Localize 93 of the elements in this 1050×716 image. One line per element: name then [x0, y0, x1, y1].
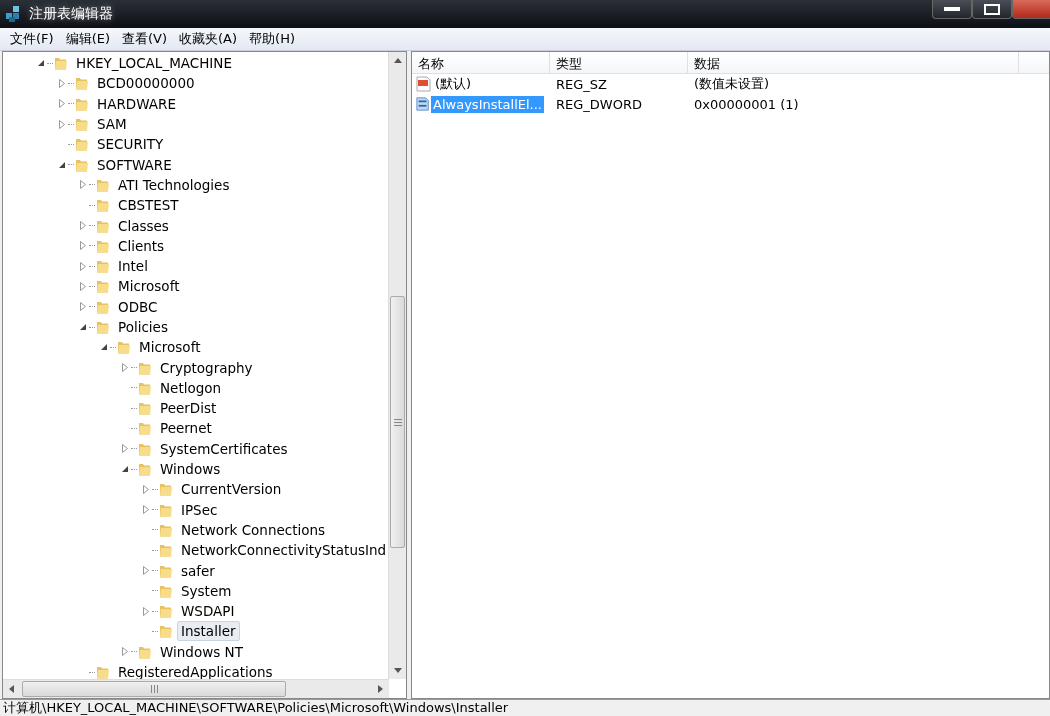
scroll-thumb[interactable]: [390, 296, 405, 548]
table-cell-text: REG_DWORD: [555, 96, 643, 112]
folder-icon: [74, 136, 90, 153]
folder-icon: [137, 461, 153, 478]
scroll-left-icon[interactable]: [9, 684, 14, 693]
menu-item[interactable]: 帮助(H): [243, 30, 301, 48]
tree-item[interactable]: CurrentVersion: [177, 479, 286, 500]
folder-icon: [137, 420, 153, 437]
collapsed-arrow-icon[interactable]: [122, 444, 128, 454]
tree-item[interactable]: HKEY_LOCAL_MACHINE: [72, 53, 236, 74]
scroll-up-icon[interactable]: [393, 58, 402, 63]
tree-item[interactable]: SOFTWARE: [93, 154, 176, 175]
column-header[interactable]: 类型: [550, 52, 688, 73]
folder-icon: [158, 542, 174, 559]
collapsed-arrow-icon[interactable]: [80, 302, 86, 312]
tree-item[interactable]: Clients: [114, 235, 169, 256]
collapsed-arrow-icon[interactable]: [143, 606, 149, 616]
maximize-button[interactable]: [972, 0, 1012, 19]
menu-item[interactable]: 文件(F): [4, 30, 60, 48]
table-cell-text: (数值未设置): [693, 75, 771, 93]
menu-item[interactable]: 编辑(E): [59, 30, 116, 48]
tree-item[interactable]: Cryptography: [156, 357, 257, 378]
tree-item[interactable]: SECURITY: [93, 134, 168, 155]
tree-item[interactable]: Installer: [177, 621, 240, 642]
scroll-down-icon[interactable]: [393, 668, 402, 673]
minimize-button[interactable]: [932, 0, 972, 19]
folder-icon: [95, 664, 111, 679]
menu-item[interactable]: 收藏夹(A): [173, 30, 244, 48]
collapsed-arrow-icon[interactable]: [80, 221, 86, 230]
menu-item[interactable]: 查看(V): [116, 30, 174, 48]
tree-item[interactable]: Netlogon: [156, 377, 226, 398]
column-header[interactable]: 名称: [412, 52, 550, 73]
folder-icon: [95, 197, 111, 214]
folder-icon: [116, 339, 132, 356]
collapsed-arrow-icon[interactable]: [122, 647, 128, 657]
scroll-thumb[interactable]: [22, 681, 286, 697]
expanded-arrow-icon[interactable]: [58, 160, 66, 169]
expanded-arrow-icon[interactable]: [100, 343, 108, 352]
maximize-icon: [984, 3, 1000, 15]
tree-item[interactable]: Peernet: [156, 418, 216, 439]
tree-item[interactable]: Network Connections: [177, 519, 330, 540]
tree-item[interactable]: ATI Technologies: [114, 174, 234, 195]
window-title: 注册表编辑器: [29, 5, 113, 23]
key-path-text: 计算机\HKEY_LOCAL_MACHINE\SOFTWARE\Policies\Microsoft\Windows\Installer: [3, 700, 509, 715]
scroll-right-icon[interactable]: [378, 684, 383, 693]
tree-item[interactable]: HARDWARE: [93, 93, 180, 114]
tree-item[interactable]: Windows NT: [156, 641, 247, 662]
collapsed-arrow-icon[interactable]: [143, 484, 149, 494]
tree-item[interactable]: safer: [177, 560, 219, 581]
collapsed-arrow-icon[interactable]: [143, 566, 149, 576]
collapsed-arrow-icon[interactable]: [122, 363, 128, 373]
binary-value-icon: [416, 96, 431, 112]
horizontal-scrollbar[interactable]: [3, 679, 389, 698]
tree-item[interactable]: Classes: [114, 215, 173, 236]
collapsed-arrow-icon[interactable]: [80, 180, 86, 190]
folder-icon: [74, 75, 90, 92]
tree-item[interactable]: System: [177, 580, 236, 601]
folder-icon: [95, 278, 111, 295]
folder-icon: [137, 400, 153, 417]
tree-item[interactable]: PeerDist: [156, 398, 221, 419]
column-header[interactable]: 数据: [688, 52, 1019, 73]
collapsed-arrow-icon[interactable]: [59, 78, 65, 88]
tree-item[interactable]: WSDAPI: [177, 601, 239, 622]
folder-icon: [53, 55, 69, 72]
tree-item[interactable]: Microsoft: [114, 276, 184, 297]
collapsed-arrow-icon[interactable]: [143, 505, 149, 515]
table-cell-text: REG_SZ: [555, 76, 608, 92]
expanded-arrow-icon[interactable]: [121, 465, 129, 474]
tree-item[interactable]: Windows: [156, 459, 225, 480]
folder-icon: [74, 116, 90, 133]
table-cell-text: 0x00000001 (1): [693, 96, 800, 112]
tree-item[interactable]: SAM: [93, 114, 131, 135]
folder-icon: [95, 319, 111, 335]
tree-item[interactable]: IPSec: [177, 499, 222, 520]
tree-item[interactable]: Policies: [114, 317, 172, 337]
folder-icon: [95, 258, 111, 275]
tree-item[interactable]: CBSTEST: [114, 195, 183, 216]
tree-item[interactable]: RegisteredApplications: [114, 662, 277, 679]
expanded-arrow-icon[interactable]: [37, 59, 45, 68]
folder-icon: [158, 623, 174, 640]
minimize-icon: [944, 7, 960, 11]
tree-item[interactable]: Intel: [114, 256, 152, 277]
tree-item[interactable]: BCD00000000: [93, 73, 199, 94]
string-value-icon: [416, 76, 432, 92]
folder-icon: [158, 603, 174, 620]
expanded-arrow-icon[interactable]: [79, 323, 87, 331]
value-name[interactable]: (默认): [433, 74, 474, 94]
tree-item[interactable]: Microsoft: [135, 337, 205, 358]
tree-item[interactable]: ODBC: [114, 296, 162, 317]
tree-item[interactable]: NetworkConnectivityStatusInd: [177, 540, 388, 561]
folder-icon: [158, 481, 174, 498]
vertical-scrollbar[interactable]: [388, 52, 406, 679]
tree-item[interactable]: SystemCertificates: [156, 438, 292, 459]
